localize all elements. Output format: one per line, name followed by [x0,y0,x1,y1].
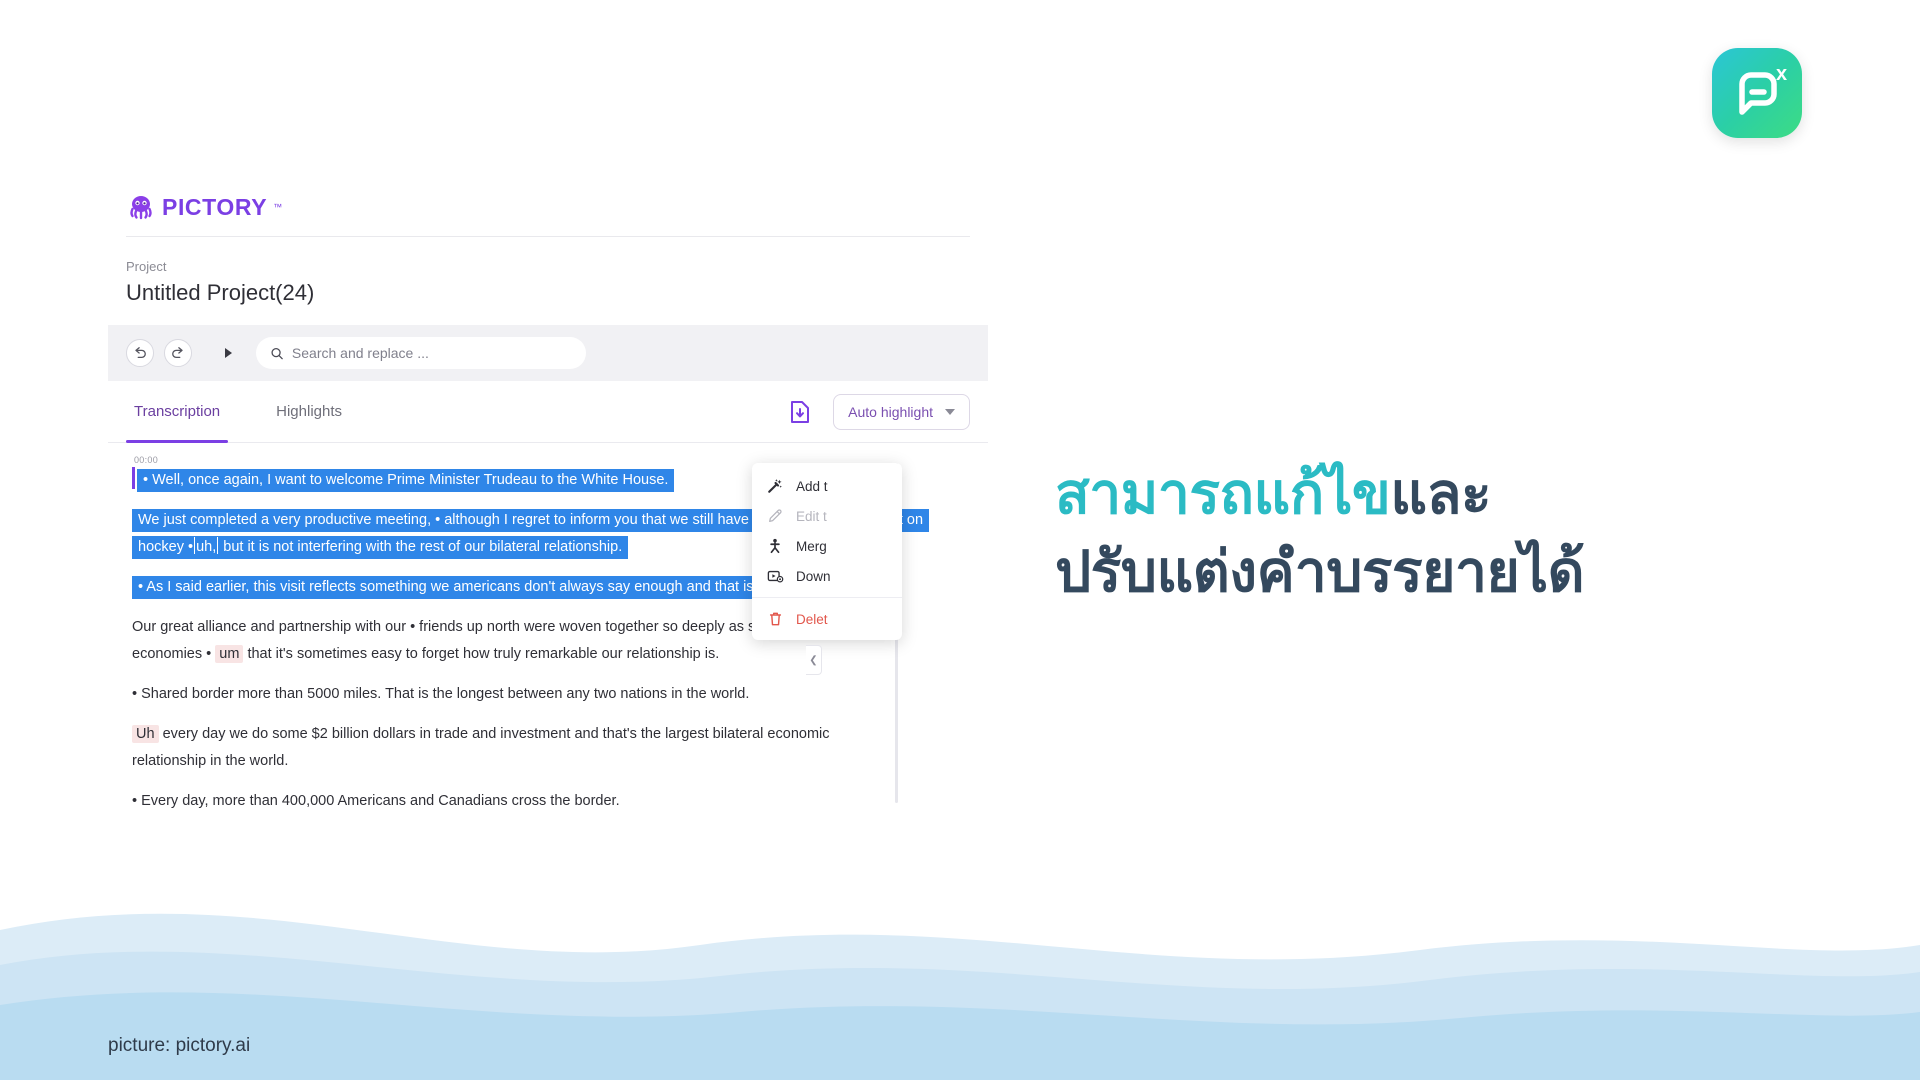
app-logo[interactable]: PICTORY ™ [126,184,970,230]
headline-line-2: ปรับแต่งคำบรรยายได้ [1055,540,1585,604]
transcript-paragraph[interactable]: • Every day, more than 400,000 Americans… [132,788,832,815]
editor-toolbar [108,325,988,381]
pencil-icon [766,507,784,525]
transcript-paragraph-text: • Well, once again, I want to welcome Pr… [137,469,675,492]
transcript-tabbar: Transcription Highlights Auto highlight [108,381,988,443]
play-triangle-icon [224,348,232,358]
chevron-down-icon [945,408,955,415]
brand-logo-badge: x [1712,48,1802,138]
app-header: PICTORY ™ [108,170,988,247]
app-logo-trademark: ™ [273,202,283,212]
context-menu-item-download[interactable]: Down [752,561,902,591]
context-menu-item-label: Delet [796,611,828,627]
chevron-left-icon: ❮ [809,654,818,666]
download-document-icon[interactable] [789,400,811,424]
context-menu-item-label: Down [796,568,831,584]
context-menu-item-add-text[interactable]: Add t [752,471,902,501]
headline-line-1-navy: และ [1390,462,1492,526]
search-icon [271,347,283,359]
context-menu-item-label: Merg [796,538,827,554]
context-menu-item-edit-text: Edit t [752,501,902,531]
context-menu-collapse-handle[interactable]: ❮ [806,645,822,675]
play-button[interactable] [218,341,238,365]
filler-word[interactable]: um [215,645,244,663]
text-caret [217,537,219,554]
tab-transcription-label: Transcription [134,402,221,420]
context-menu-item-merge[interactable]: Merg [752,531,902,561]
badge-superscript: x [1776,63,1787,85]
headline-line-1-teal: สามารถแก้ไข [1055,462,1391,526]
context-menu-item-delete[interactable]: Delet [752,604,902,634]
transcript-context-menu[interactable]: Add t Edit t Merg Down Delet [752,463,902,640]
merge-person-icon [766,537,784,555]
tab-highlights[interactable]: Highlights [268,381,350,443]
tab-highlights-label: Highlights [276,402,343,420]
project-label: Project [126,259,167,274]
transcript-paragraph[interactable]: • Shared border more than 5000 miles. Th… [132,681,832,708]
transcript-text-after-filler: every day we do some $2 billion dollars … [132,726,830,769]
magic-wand-icon [766,477,784,495]
undo-icon [135,347,146,359]
redo-icon [172,347,183,359]
tab-transcription[interactable]: Transcription [126,381,229,443]
project-title[interactable]: Untitled Project(24) [126,277,970,309]
project-meta: Project Untitled Project(24) [108,247,988,315]
app-logo-text: PICTORY [162,193,268,220]
transcript-text-after-filler: but it is not interfering with the rest … [223,539,623,555]
trash-icon [766,610,784,628]
tabbar-actions: Auto highlight [789,393,970,430]
search-input[interactable] [291,345,572,361]
auto-highlight-dropdown[interactable]: Auto highlight [833,393,970,430]
text-caret [194,537,196,554]
redo-button[interactable] [164,339,192,367]
header-divider [126,236,970,237]
context-menu-separator [752,597,902,598]
footer-caption: picture: pictory.ai [108,1035,251,1056]
filler-word[interactable]: Uh [132,725,159,743]
text-caret [132,467,135,489]
panel-edge-mask [988,170,1048,905]
transcript-text-after-filler: that it's sometimes easy to forget how t… [247,646,720,662]
search-and-replace-field[interactable] [256,337,586,369]
auto-highlight-label: Auto highlight [848,403,933,420]
filler-word[interactable]: uh, [196,539,216,555]
headline: สามารถแก้ไขและ ปรับแต่งคำบรรยายได้ [1055,455,1855,611]
transcript-paragraph[interactable]: Our great alliance and partnership with … [132,614,832,668]
timecode-label: 00:00 [134,455,159,465]
video-settings-icon [766,567,784,585]
pictory-p-logo-icon: x [1739,63,1787,115]
undo-button[interactable] [126,339,154,367]
context-menu-item-label: Edit t [796,508,827,524]
headline-line-1: สามารถแก้ไขและ [1055,455,1855,533]
transcript-paragraph[interactable]: Uh every day we do some $2 billion dolla… [132,721,832,775]
octopus-logo-icon [130,196,152,220]
context-menu-item-label: Add t [796,478,828,494]
